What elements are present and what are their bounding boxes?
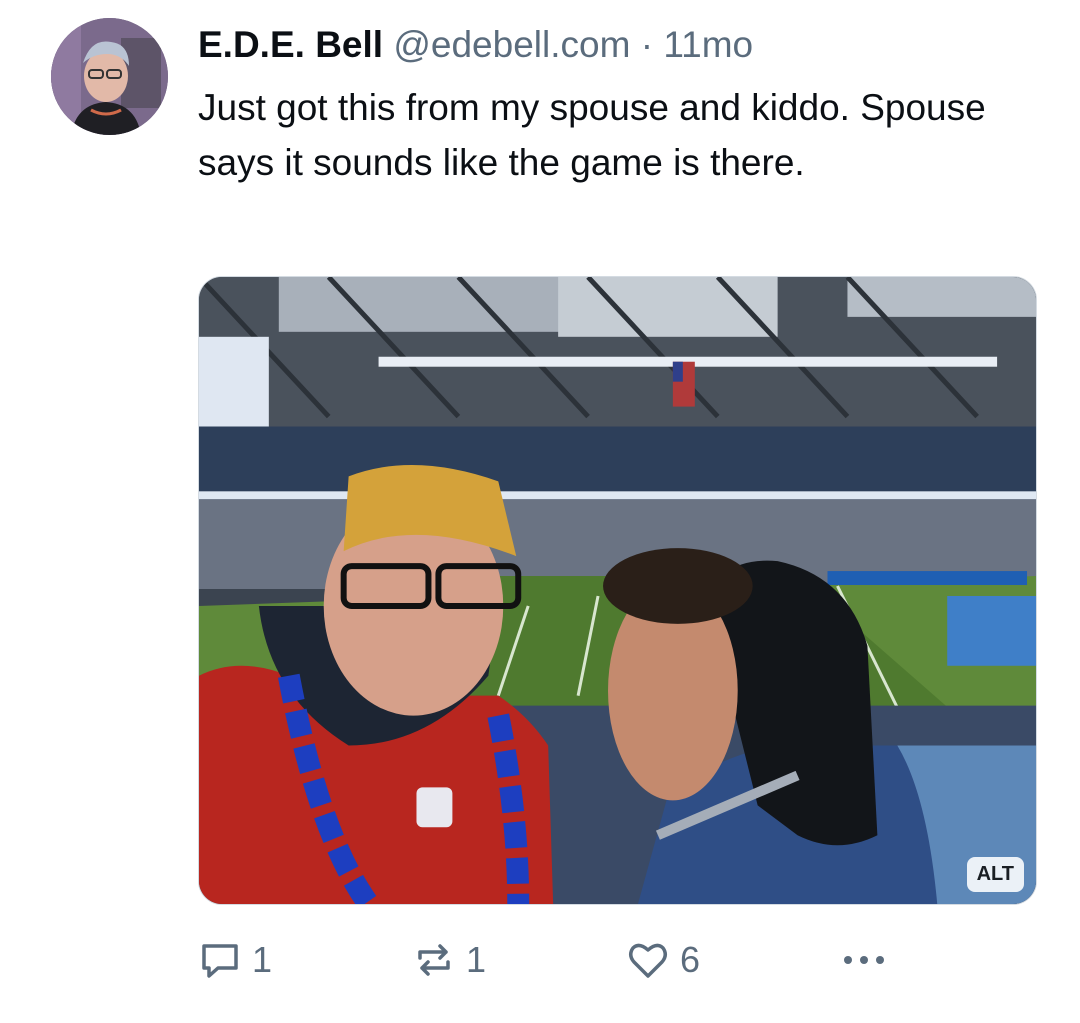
post-header: E.D.E. Bell @edebell.com · 11mo bbox=[198, 22, 753, 68]
author-avatar[interactable] bbox=[51, 18, 168, 135]
avatar-image bbox=[51, 18, 168, 135]
post-actions: 1 1 6 bbox=[198, 937, 958, 983]
heart-icon bbox=[629, 943, 667, 978]
repost-count: 1 bbox=[466, 939, 487, 980]
author-display-name[interactable]: E.D.E. Bell bbox=[198, 24, 383, 65]
meta-separator: · bbox=[640, 24, 654, 65]
post-timestamp[interactable]: 11mo bbox=[663, 24, 753, 65]
author-handle[interactable]: @edebell.com bbox=[393, 24, 630, 65]
alt-text-button[interactable]: ALT bbox=[966, 857, 1024, 892]
like-count: 6 bbox=[680, 939, 701, 980]
more-icon bbox=[844, 956, 884, 964]
post-text: Just got this from my spouse and kiddo. … bbox=[198, 87, 986, 183]
like-button[interactable]: 6 bbox=[626, 937, 700, 983]
repost-icon bbox=[418, 944, 450, 976]
reply-icon bbox=[202, 944, 238, 978]
post-card[interactable]: E.D.E. Bell @edebell.com · 11mo Just got… bbox=[0, 0, 1080, 1023]
stadium-photo bbox=[199, 277, 1036, 904]
reply-button[interactable]: 1 bbox=[198, 937, 272, 983]
reply-count: 1 bbox=[252, 939, 273, 980]
more-options-button[interactable] bbox=[840, 937, 888, 983]
repost-button[interactable]: 1 bbox=[412, 937, 486, 983]
post-image[interactable]: ALT bbox=[198, 276, 1037, 905]
